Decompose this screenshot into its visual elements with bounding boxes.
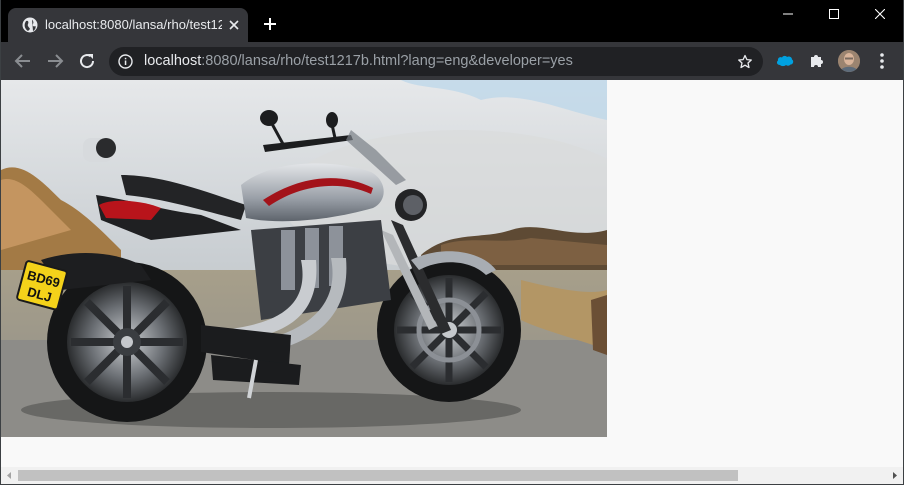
browser-toolbar: localhost:8080/lansa/rho/test1217b.html?…	[0, 42, 904, 80]
horizontal-scrollbar[interactable]	[1, 467, 903, 484]
window-border-left	[0, 0, 1, 485]
scrollbar-thumb[interactable]	[18, 470, 738, 481]
forward-arrow-icon[interactable]	[45, 51, 65, 71]
back-arrow-icon[interactable]	[13, 51, 33, 71]
browser-tab[interactable]: localhost:8080/lansa/rho/test1217b.html?…	[8, 8, 248, 42]
motorcycle-photo: BD69 DLJ	[1, 80, 607, 437]
minimize-button[interactable]	[765, 0, 811, 30]
scroll-left-arrow-icon[interactable]	[5, 471, 14, 480]
new-tab-icon[interactable]	[263, 17, 277, 31]
url-text[interactable]: localhost:8080/lansa/rho/test1217b.html?…	[144, 53, 573, 69]
browser-menu-icon[interactable]	[876, 51, 888, 71]
close-window-button[interactable]	[857, 0, 903, 30]
puzzle-extensions-icon[interactable]	[807, 51, 827, 71]
globe-icon	[22, 17, 38, 33]
address-bar[interactable]: localhost:8080/lansa/rho/test1217b.html?…	[109, 47, 763, 76]
window-titlebar: localhost:8080/lansa/rho/test1217b.html?…	[0, 0, 904, 42]
maximize-icon	[829, 9, 839, 19]
salesforce-extension-icon[interactable]	[775, 51, 795, 71]
maximize-button[interactable]	[811, 0, 857, 30]
avatar-icon	[838, 50, 860, 72]
info-icon[interactable]	[118, 54, 133, 69]
tab-close-icon[interactable]	[227, 18, 241, 32]
scroll-right-arrow-icon[interactable]	[890, 471, 899, 480]
page-viewport: BD69 DLJ	[1, 80, 903, 468]
reload-icon[interactable]	[77, 51, 97, 71]
url-host: localhost	[144, 53, 202, 69]
url-path: :8080/lansa/rho/test1217b.html?lang=eng&…	[201, 53, 573, 69]
minimize-icon	[783, 13, 793, 15]
bookmark-star-icon[interactable]	[737, 54, 753, 70]
profile-avatar[interactable]	[838, 50, 860, 72]
tab-title: localhost:8080/lansa/rho/test1217b.html?…	[45, 17, 222, 32]
close-icon	[875, 9, 885, 19]
